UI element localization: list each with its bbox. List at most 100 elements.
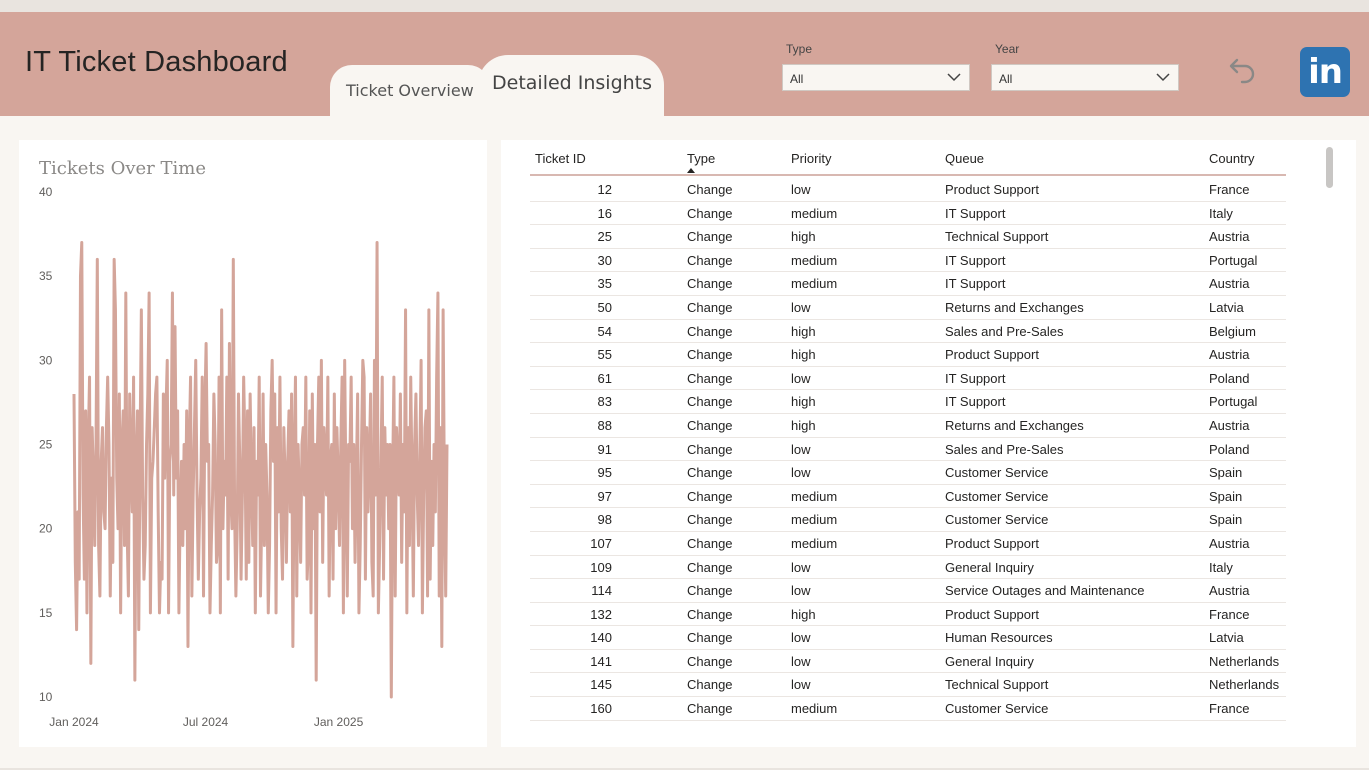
country-cell: Latvia	[1209, 630, 1244, 646]
table-row[interactable]: 145 Change low Technical Support Netherlands	[530, 673, 1286, 698]
priority-cell: medium	[791, 535, 838, 551]
column-header-ticket-id[interactable]: Ticket ID	[535, 151, 586, 166]
queue-cell: IT Support	[945, 276, 1006, 292]
table-row[interactable]: 132 Change high Product Support France	[530, 603, 1286, 627]
country-cell: France	[1209, 701, 1250, 717]
tab-detailed-insights[interactable]: Detailed Insights	[478, 55, 664, 118]
column-header-queue[interactable]: Queue	[945, 151, 984, 166]
back-arrow-icon[interactable]	[1222, 54, 1256, 88]
ticket-id-cell: 88	[597, 417, 612, 433]
ticket-id-cell: 109	[590, 559, 612, 575]
country-cell: Portugal	[1209, 252, 1258, 268]
queue-cell: IT Support	[945, 205, 1006, 221]
column-header-type[interactable]: Type	[687, 151, 715, 166]
country-cell: Austria	[1209, 583, 1250, 599]
ticket-id-cell: 141	[590, 653, 612, 669]
queue-cell: Customer Service	[945, 465, 1049, 481]
type-cell: Change	[687, 323, 733, 339]
priority-cell: high	[791, 347, 816, 363]
type-cell: Change	[687, 701, 733, 717]
table-row[interactable]: 109 Change low General Inquiry Italy	[530, 556, 1286, 580]
chevron-down-icon	[1156, 73, 1170, 82]
table-row[interactable]: 61 Change low IT Support Poland	[530, 367, 1286, 391]
table-row[interactable]: 35 Change medium IT Support Austria	[530, 272, 1286, 296]
country-cell: Spain	[1209, 512, 1243, 528]
table-row[interactable]: 97 Change medium Customer Service Spain	[530, 485, 1286, 509]
country-cell: Austria	[1209, 276, 1250, 292]
queue-cell: IT Support	[945, 370, 1006, 386]
table-row[interactable]: 114 Change low Service Outages and Maintena…	[530, 579, 1286, 603]
table-row[interactable]: 141 Change low General Inquiry Netherlands	[530, 650, 1286, 674]
table-row[interactable]: 160 Change medium Customer Service France	[530, 697, 1286, 721]
type-cell: Change	[687, 606, 733, 622]
tab-ticket-overview[interactable]: Ticket Overview	[330, 65, 490, 118]
queue-cell: Returns and Exchanges	[945, 417, 1084, 433]
table-row[interactable]: 140 Change low Human Resources Latvia	[530, 626, 1286, 650]
table-row[interactable]: 91 Change low Sales and Pre-Sales Poland	[530, 438, 1286, 462]
queue-cell: Product Support	[945, 606, 1039, 622]
column-header-priority[interactable]: Priority	[791, 151, 831, 166]
line-chart-plot: 10 15 20 25 30 35 40 Jan 2024 Jul 2024 Jan 2025	[39, 185, 449, 729]
table-row[interactable]: 55 Change high Product Support Austria	[530, 343, 1286, 367]
queue-cell: Customer Service	[945, 512, 1049, 528]
priority-cell: medium	[791, 488, 838, 504]
type-filter-label: Type	[786, 42, 813, 56]
queue-cell: Returns and Exchanges	[945, 299, 1084, 315]
priority-cell: low	[791, 441, 811, 457]
table-row[interactable]: 54 Change high Sales and Pre-Sales Belgium	[530, 320, 1286, 344]
country-cell: Austria	[1209, 229, 1250, 245]
table-row[interactable]: 98 Change medium Customer Service Spain	[530, 508, 1286, 532]
country-cell: Belgium	[1209, 323, 1256, 339]
priority-cell: medium	[791, 252, 838, 268]
queue-cell: Human Resources	[945, 630, 1053, 646]
table-row[interactable]: 88 Change high Returns and Exchanges Austria	[530, 414, 1286, 438]
type-cell: Change	[687, 559, 733, 575]
type-cell: Change	[687, 347, 733, 363]
table-row[interactable]: 30 Change medium IT Support Portugal	[530, 249, 1286, 273]
x-tick-label: Jan 2024	[49, 715, 99, 729]
table-scrollbar[interactable]	[1326, 147, 1333, 188]
table-row[interactable]: 95 Change low Customer Service Spain	[530, 461, 1286, 485]
x-tick-label: Jan 2025	[314, 715, 364, 729]
queue-cell: Customer Service	[945, 701, 1049, 717]
type-cell: Change	[687, 535, 733, 551]
priority-cell: medium	[791, 512, 838, 528]
queue-cell: Service Outages and Maintenance	[945, 583, 1145, 599]
type-cell: Change	[687, 417, 733, 433]
ticket-id-cell: 160	[590, 701, 612, 717]
priority-cell: low	[791, 677, 811, 693]
y-tick-label: 35	[39, 269, 53, 283]
y-tick-label: 40	[39, 185, 53, 199]
country-cell: Italy	[1209, 205, 1233, 221]
country-cell: France	[1209, 606, 1250, 622]
type-cell: Change	[687, 465, 733, 481]
ticket-id-cell: 25	[597, 229, 612, 245]
ticket-id-cell: 50	[597, 299, 612, 315]
year-filter-value: All	[999, 72, 1013, 86]
y-tick-label: 10	[39, 690, 53, 704]
linkedin-icon[interactable]: in	[1300, 47, 1350, 97]
country-cell: Netherlands	[1209, 653, 1280, 669]
queue-cell: Technical Support	[945, 677, 1049, 693]
table-row[interactable]: 83 Change high IT Support Portugal	[530, 390, 1286, 414]
type-filter-dropdown[interactable]: All	[782, 64, 970, 91]
table-row[interactable]: 107 Change medium Product Support Austria	[530, 532, 1286, 556]
table-row[interactable]: 12 Change low Product Support France	[530, 178, 1286, 202]
priority-cell: low	[791, 182, 811, 197]
table-row[interactable]: 16 Change medium IT Support Italy	[530, 202, 1286, 226]
country-cell: Latvia	[1209, 299, 1244, 315]
country-cell: Spain	[1209, 465, 1243, 481]
ticket-id-cell: 95	[597, 465, 612, 481]
priority-cell: high	[791, 606, 816, 622]
queue-cell: Product Support	[945, 535, 1039, 551]
type-cell: Change	[687, 677, 733, 693]
priority-cell: high	[791, 417, 816, 433]
type-cell: Change	[687, 394, 733, 410]
column-header-country[interactable]: Country	[1209, 151, 1255, 166]
ticket-id-cell: 83	[597, 394, 612, 410]
year-filter-dropdown[interactable]: All	[991, 64, 1179, 91]
y-tick-label: 20	[39, 522, 53, 536]
table-row[interactable]: 25 Change high Technical Support Austria	[530, 225, 1286, 249]
table-row[interactable]: 50 Change low Returns and Exchanges Latvia	[530, 296, 1286, 320]
tickets-series-line[interactable]	[72, 241, 449, 699]
